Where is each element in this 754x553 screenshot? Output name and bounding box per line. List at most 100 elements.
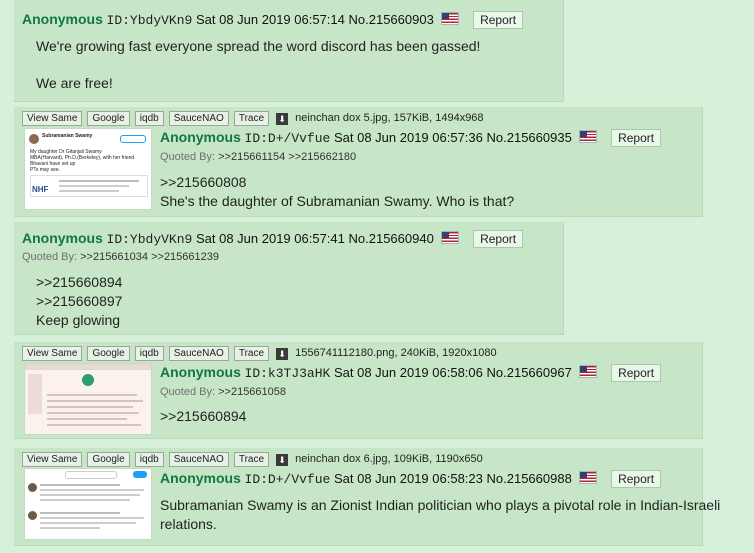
download-icon[interactable]: ⬇ (276, 348, 289, 360)
iqdb-button[interactable]: iqdb (134, 111, 164, 126)
thumb-text-line (47, 418, 127, 420)
us-flag-icon (441, 12, 460, 25)
report-button[interactable]: Report (611, 364, 662, 382)
post-header: Anonymous ID:k3TJ3aHK Sat 08 Jun 2019 06… (160, 364, 662, 382)
poster-name: Anonymous (160, 364, 241, 380)
post-215660935: View Same Google iqdb SauceNAO Trace ⬇ n… (14, 107, 703, 217)
thumb-text-line (47, 400, 143, 402)
post-date: Sat 08 Jun 2019 06:57:41 (195, 231, 345, 246)
post-215660988: View Same Google iqdb SauceNAO Trace ⬇ n… (14, 448, 720, 546)
message-line: We are free! (36, 75, 113, 91)
quoted-by: Quoted By: >>215661154 >>215662180 (160, 151, 356, 163)
post-date: Sat 08 Jun 2019 06:57:36 (333, 130, 483, 145)
trace-button[interactable]: Trace (233, 346, 270, 361)
tweet-text-line (40, 494, 140, 496)
post-number[interactable]: No.215660940 (349, 231, 434, 246)
google-button[interactable]: Google (87, 111, 130, 126)
saucenao-button[interactable]: SauceNAO (168, 111, 229, 126)
report-button[interactable]: Report (611, 470, 662, 488)
tweet-text-line (40, 499, 130, 501)
view-same-button[interactable]: View Same (22, 452, 83, 467)
iqdb-button[interactable]: iqdb (134, 346, 164, 361)
post-number[interactable]: No.215660988 (487, 471, 572, 486)
post-date: Sat 08 Jun 2019 06:57:14 (195, 12, 345, 27)
google-button[interactable]: Google (87, 452, 130, 467)
tweet-line: PTs may see. (30, 167, 61, 173)
image-toolbar: View Same Google iqdb SauceNAO Trace ⬇ n… (22, 111, 484, 126)
message-line: Keep glowing (36, 312, 121, 328)
saucenao-button[interactable]: SauceNAO (168, 346, 229, 361)
poster-id[interactable]: ID:YbdyVKn9 (107, 13, 193, 28)
backlink[interactable]: >>215661154 (218, 151, 285, 163)
download-icon[interactable]: ⬇ (276, 113, 289, 125)
report-button[interactable]: Report (473, 230, 524, 248)
us-flag-icon (441, 231, 460, 244)
backlink[interactable]: >>215661034 (80, 251, 148, 263)
poster-id[interactable]: ID:D+/Vvfue (245, 472, 331, 487)
poster-name: Anonymous (22, 11, 103, 27)
card-text-line (59, 190, 119, 192)
post-thumbnail[interactable]: Subramanian Swamy My daughter Dr Gitanja… (24, 128, 152, 210)
thumb-sidebar (28, 374, 42, 414)
message-line: We're growing fast everyone spread the w… (36, 38, 481, 54)
poster-id[interactable]: ID:k3TJ3aHK (245, 366, 331, 381)
quoted-by-label: Quoted By: (22, 251, 78, 263)
post-number[interactable]: No.215660903 (349, 12, 434, 27)
post-date: Sat 08 Jun 2019 06:58:06 (333, 365, 483, 380)
file-info[interactable]: 1556741112180.png, 240KiB, 1920x1080 (295, 347, 496, 359)
post-message: Subramanian Swamy is an Zionist Indian p… (160, 496, 720, 534)
backlink[interactable]: >>215662180 (288, 151, 356, 163)
us-flag-icon (579, 365, 598, 378)
view-same-button[interactable]: View Same (22, 346, 83, 361)
report-button[interactable]: Report (611, 129, 662, 147)
tweet-avatar (28, 511, 37, 520)
message-line (36, 56, 480, 74)
thumb-text-line (47, 424, 141, 426)
tweet-text-line (40, 522, 136, 524)
post-215660903: Anonymous ID:YbdyVKn9 Sat 08 Jun 2019 06… (14, 0, 564, 102)
thumb-header-bar (25, 364, 151, 370)
quote-link[interactable]: >>215660897 (36, 292, 122, 311)
backlink[interactable]: >>215661239 (151, 251, 219, 263)
follow-button (120, 135, 146, 143)
file-info[interactable]: neinchan dox 6.jpg, 109KiB, 1190x650 (295, 453, 483, 465)
us-flag-icon (579, 130, 598, 143)
tweet-avatar (28, 483, 37, 492)
post-header: Anonymous ID:D+/Vvfue Sat 08 Jun 2019 06… (160, 470, 662, 488)
nhf-logo: NHF (32, 185, 49, 194)
download-icon[interactable]: ⬇ (276, 454, 289, 466)
file-info[interactable]: neinchan dox 5.jpg, 157KiB, 1494x968 (295, 112, 483, 124)
view-same-button[interactable]: View Same (22, 111, 83, 126)
thumb-text-line (47, 412, 139, 414)
trace-button[interactable]: Trace (233, 111, 270, 126)
iqdb-button[interactable]: iqdb (134, 452, 164, 467)
quote-link[interactable]: >>215660808 (160, 173, 514, 192)
thumb-text-line (47, 394, 137, 396)
tweet-author: Subramanian Swamy (42, 133, 93, 139)
post-thumbnail[interactable] (24, 363, 152, 435)
report-button[interactable]: Report (473, 11, 524, 29)
quoted-by: Quoted By: >>215661034 >>215661239 (22, 251, 219, 263)
post-number[interactable]: No.215660967 (487, 365, 572, 380)
poster-name: Anonymous (22, 230, 103, 246)
post-message: We're growing fast everyone spread the w… (36, 37, 480, 93)
trace-button[interactable]: Trace (233, 452, 270, 467)
poster-id[interactable]: ID:YbdyVKn9 (107, 232, 193, 247)
post-header: Anonymous ID:D+/Vvfue Sat 08 Jun 2019 06… (160, 129, 662, 147)
quote-link[interactable]: >>215660894 (36, 273, 122, 292)
google-button[interactable]: Google (87, 346, 130, 361)
post-thumbnail[interactable] (24, 468, 152, 540)
image-toolbar: View Same Google iqdb SauceNAO Trace ⬇ 1… (22, 346, 497, 361)
tweet-text-line (40, 512, 120, 514)
quoted-by: Quoted By: >>215661058 (160, 386, 286, 398)
post-215660940: Anonymous ID:YbdyVKn9 Sat 08 Jun 2019 06… (14, 222, 564, 335)
post-number[interactable]: No.215660935 (487, 130, 572, 145)
poster-name: Anonymous (160, 470, 241, 486)
quote-link[interactable]: >>215660894 (160, 407, 246, 426)
backlink[interactable]: >>215661058 (218, 386, 286, 398)
post-header: Anonymous ID:YbdyVKn9 Sat 08 Jun 2019 06… (22, 11, 524, 29)
poster-id[interactable]: ID:D+/Vvfue (245, 131, 331, 146)
post-message: >>215660894 (160, 407, 246, 426)
saucenao-button[interactable]: SauceNAO (168, 452, 229, 467)
card-text-line (59, 185, 129, 187)
